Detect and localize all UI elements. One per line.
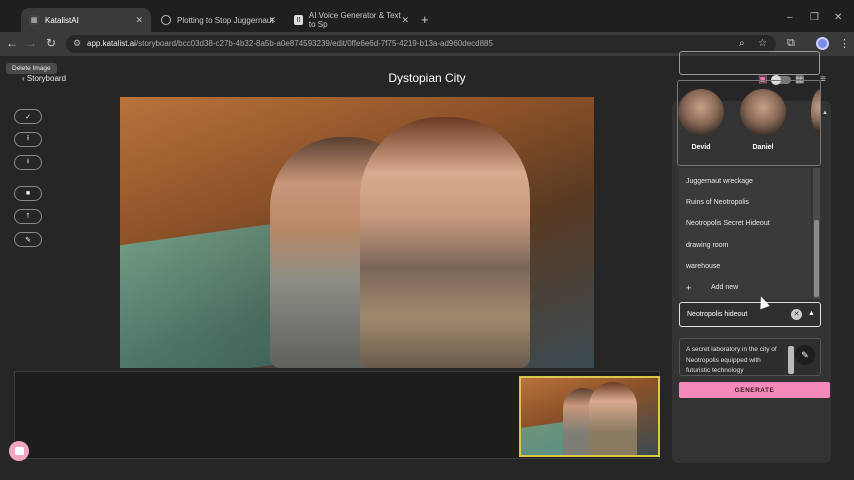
tab-title: Plotting to Stop Juggernaut [177, 15, 274, 25]
character-picker: Devid Daniel [677, 80, 821, 166]
panel-scroll-up-icon[interactable]: ▲ [822, 110, 828, 116]
character-name: Devid [691, 144, 711, 151]
location-option[interactable]: warehouse [686, 263, 720, 270]
url-text: app.katalist.ai/storyboard/bcc03d38-c27b… [87, 39, 493, 48]
site-settings-icon[interactable]: ⚙ [73, 38, 81, 49]
character-partial[interactable] [811, 89, 820, 135]
location-option[interactable]: Ruins of Neotropolis [686, 199, 749, 206]
character-avatar [678, 89, 724, 135]
tab-plotting[interactable]: Plotting to Stop Juggernaut ✕ [153, 8, 284, 32]
generate-button[interactable]: GENERATE [679, 382, 830, 398]
main-scene-image[interactable] [120, 97, 594, 368]
woman-figure [360, 117, 530, 368]
character-name: Daniel [752, 144, 774, 151]
url-field[interactable]: ⚙ app.katalist.ai/storyboard/bcc03d38-c2… [66, 35, 776, 53]
elevenlabs-icon: II [294, 15, 303, 25]
minimize-icon[interactable]: – [787, 12, 793, 23]
character-avatar [740, 89, 786, 135]
character-avatar [811, 89, 820, 135]
doc-icon [161, 15, 171, 25]
tab-title: AI Voice Generator & Text to Sp [308, 11, 401, 29]
scene-thumbnail-selected[interactable] [519, 376, 660, 457]
description-text: A secret laboratory in the city of Neotr… [686, 346, 777, 374]
location-option[interactable]: Juggernaut wreckage [686, 178, 753, 185]
upload-tool-button[interactable]: ⭱ [14, 132, 42, 147]
browser-tab-bar: ▦ KatalistAI ✕ Plotting to Stop Juggerna… [0, 0, 854, 32]
caret-up-icon[interactable]: ▲ [808, 310, 815, 317]
character-devid[interactable]: Devid [678, 89, 724, 151]
tab-katalist[interactable]: ▦ KatalistAI ✕ [21, 8, 151, 32]
katalist-icon: ▦ [29, 15, 39, 25]
new-tab-button[interactable]: + [421, 12, 429, 27]
close-tab-icon[interactable]: ✕ [401, 15, 409, 26]
download-tool-button[interactable]: ⭳ [14, 155, 42, 170]
browser-menu-icon[interactable]: ⋮ [839, 37, 850, 50]
character-daniel[interactable]: Daniel [740, 89, 786, 151]
crop-tool-button[interactable]: ■ [14, 186, 42, 201]
location-option[interactable]: Neotropolis Secret Hideout [686, 220, 770, 227]
bookmark-star-icon[interactable]: ☆ [758, 38, 767, 49]
close-tab-icon[interactable]: ✕ [268, 15, 276, 26]
forward-arrow-icon[interactable]: → [23, 36, 39, 50]
tab-title: KatalistAI [45, 15, 79, 25]
close-tab-icon[interactable]: ✕ [135, 15, 143, 26]
clear-selection-icon[interactable]: ✕ [791, 309, 802, 320]
profile-avatar[interactable] [816, 37, 829, 50]
description-scrollbar[interactable] [788, 346, 794, 374]
thumb-woman [589, 382, 637, 455]
selected-location: Neotropolis hideout [687, 311, 748, 318]
back-arrow-icon[interactable]: ← [4, 36, 20, 50]
edit-pencil-icon[interactable]: ✎ [795, 345, 815, 365]
location-option[interactable]: drawing room [686, 242, 728, 249]
add-icon: + [686, 283, 692, 293]
prompt-field[interactable] [679, 51, 820, 75]
extensions-icon[interactable]: ⧉ [787, 37, 795, 50]
location-dropdown-list: Juggernaut wreckage Ruins of Neotropolis… [679, 168, 811, 299]
tab-voice-generator[interactable]: II AI Voice Generator & Text to Sp ✕ [286, 8, 417, 32]
reload-icon[interactable]: ↻ [43, 36, 59, 50]
chat-icon [14, 447, 24, 455]
check-tool-button[interactable]: ✓ [14, 109, 42, 124]
dropdown-scroll-thumb[interactable] [814, 220, 819, 297]
restore-icon[interactable]: ❐ [810, 12, 819, 23]
brush-tool-button[interactable]: ✎ [14, 232, 42, 247]
add-new-location-option[interactable]: Add new [711, 284, 738, 291]
zoom-icon[interactable]: ⌕ [739, 38, 745, 49]
pin-tool-button[interactable]: ⭡ [14, 209, 42, 224]
chat-support-button[interactable] [9, 441, 29, 461]
close-window-icon[interactable]: ✕ [834, 12, 842, 23]
location-description[interactable]: A secret laboratory in the city of Neotr… [679, 338, 821, 376]
location-select[interactable]: Neotropolis hideout ✕ ▲ [679, 302, 821, 327]
